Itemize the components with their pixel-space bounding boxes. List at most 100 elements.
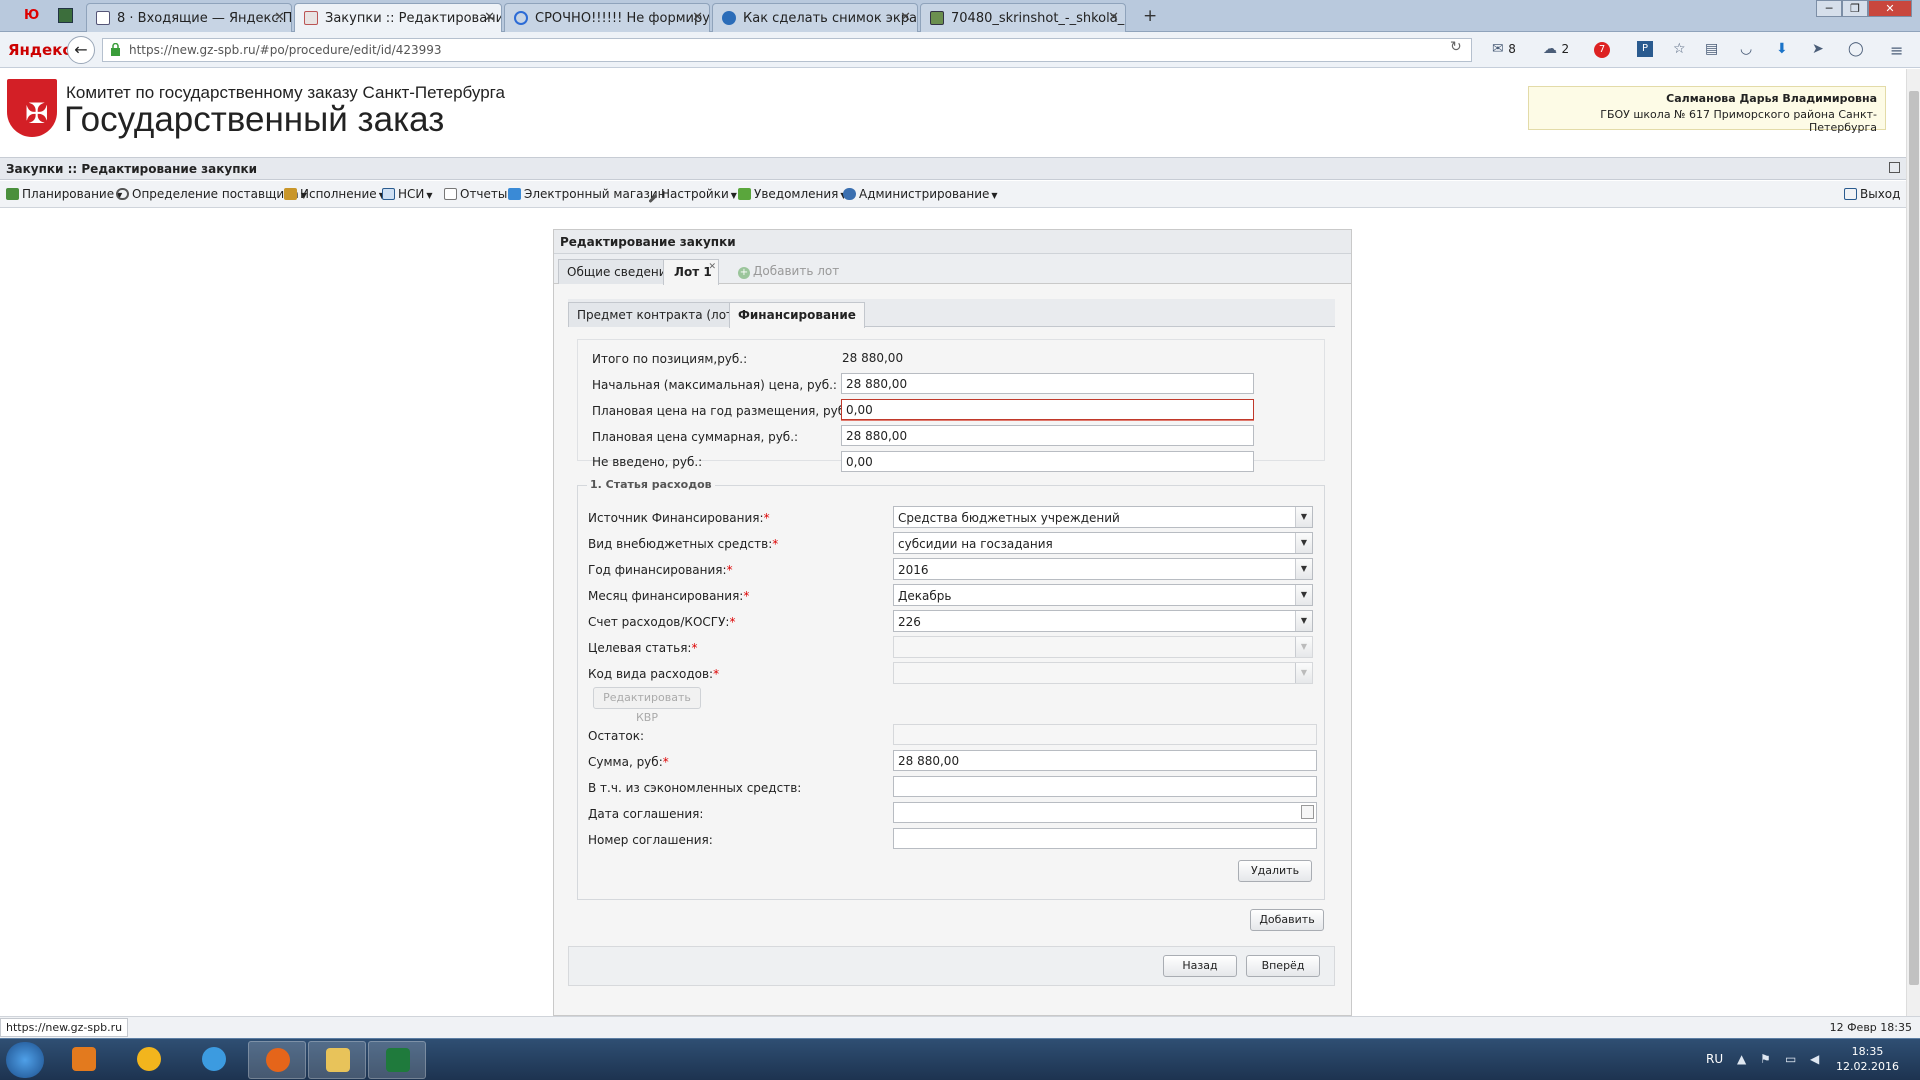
agreement-no-input[interactable] [893,828,1317,849]
page-scrollbar[interactable] [1906,69,1920,1016]
reload-icon[interactable]: ↻ [1450,39,1462,55]
taskbar-mail-agent[interactable] [120,1041,178,1079]
year-select[interactable]: 2016 ▼ [893,558,1313,580]
menu-supplier[interactable]: Определение поставщика ▼ [116,187,307,201]
source-select[interactable]: Средства бюджетных учреждений ▼ [893,506,1313,528]
collapse-icon[interactable] [1889,162,1900,173]
download-icon[interactable]: ⬇ [1776,41,1788,57]
taskbar-ie[interactable] [185,1041,243,1079]
back-step-button[interactable]: Назад [1163,955,1237,977]
tray-clock[interactable]: 18:35 12.02.2016 [1836,1044,1899,1074]
close-tab-icon[interactable]: ✕ [1108,10,1119,25]
back-button[interactable]: ← [67,36,95,64]
tab-contract-subject[interactable]: Предмет контракта (лота) [568,302,755,327]
tab-procurement[interactable]: Закупки :: Редактировани... ✕ [294,3,502,33]
main-menu: Планирование ▼ Определение поставщика ▼ Ис… [0,181,1906,208]
tab-urgent[interactable]: СРОЧНО!!!!!! Не формиру... ✕ [504,3,710,32]
close-tab-icon[interactable]: ✕ [692,10,703,25]
yandex-logo-icon[interactable]: Ю [24,8,39,23]
chevron-down-icon[interactable]: ▼ [1295,663,1312,683]
plan-year-input[interactable]: 0,00 [841,399,1254,420]
menu-eshop[interactable]: Электронный магазин [508,187,666,201]
calendar-icon[interactable] [1301,805,1314,819]
browser-brand[interactable]: Яндекс [8,41,71,59]
close-tab-icon[interactable]: ✕ [900,10,911,25]
plan-total-input[interactable]: 28 880,00 [841,425,1254,446]
account-select[interactable]: 226 ▼ [893,610,1313,632]
taskbar-media-player[interactable] [55,1041,113,1079]
month-select[interactable]: Декабрь ▼ [893,584,1313,606]
action-center-icon[interactable]: ⚑ [1760,1052,1771,1066]
chevron-down-icon[interactable]: ▼ [1295,637,1312,657]
agreement-no-label: Номер соглашения: [588,833,713,847]
summary-block: Итого по позициям,руб.: 28 880,00 Началь… [577,339,1325,472]
agreement-date-input[interactable] [893,802,1317,823]
tab-label: Как сделать снимок экра... [743,11,918,26]
volume-icon[interactable]: ◀ [1810,1052,1819,1066]
user-info-box: Салманова Дарья Владимировна ГБОУ школа … [1528,86,1886,134]
tab-financing[interactable]: Финансирование [729,302,865,328]
taskbar-explorer[interactable] [308,1041,366,1079]
extension-p-icon[interactable]: P [1637,41,1653,57]
taskbar-firefox[interactable] [248,1041,306,1079]
minimize-icon[interactable]: ─ [1816,0,1842,17]
close-window-icon[interactable]: ✕ [1868,0,1912,17]
menu-icon[interactable]: ≡ [1890,41,1903,60]
tab-mail[interactable]: 8 · Входящие — Яндекс.П... ✕ [86,3,292,32]
maximize-icon[interactable]: ❐ [1842,0,1868,17]
target-select[interactable]: ▼ [893,636,1313,658]
chevron-down-icon[interactable]: ▼ [1295,611,1312,631]
tab-lot-1[interactable]: Лот 1 ✕ [663,259,719,285]
url-text: https://new.gz-spb.ru/#po/procedure/edit… [129,43,442,57]
sum-input[interactable]: 28 880,00 [893,750,1317,771]
close-tab-icon[interactable]: ✕ [274,10,285,25]
chevron-down-icon[interactable]: ▼ [1295,533,1312,553]
address-bar[interactable]: https://new.gz-spb.ru/#po/procedure/edit… [102,38,1472,62]
network-icon[interactable]: ▭ [1785,1052,1796,1066]
taskbar-excel[interactable] [368,1041,426,1079]
reading-list-icon[interactable]: ▤ [1705,41,1718,57]
add-lot-button[interactable]: + Добавить лот [730,259,847,284]
cloud-icon[interactable]: ☁ 2 [1543,41,1569,57]
savings-input[interactable] [893,776,1317,797]
chevron-down-icon[interactable]: ▼ [1295,507,1312,527]
initial-price-input[interactable]: 28 880,00 [841,373,1254,394]
mail-count: 8 [1508,42,1516,56]
offbudget-select[interactable]: субсидии на госзадания ▼ [893,532,1313,554]
spb-crest-icon[interactable]: ✠ [7,79,57,137]
menu-notifications[interactable]: Уведомления▼ [738,187,847,201]
menu-admin[interactable]: Администрирование ▼ [843,187,998,201]
close-lot-icon[interactable]: ✕ [708,262,716,272]
tray-expand-icon[interactable]: ▲ [1737,1052,1746,1066]
send-icon[interactable]: ➤ [1812,41,1824,57]
tab-screenshot-howto[interactable]: Как сделать снимок экра... ✕ [712,3,918,32]
not-entered-input[interactable]: 0,00 [841,451,1254,472]
pinned-tab-icon[interactable] [58,8,73,23]
pocket-icon[interactable]: ◡ [1740,41,1752,57]
menu-nsi[interactable]: НСИ ▼ [382,187,433,201]
tab-image[interactable]: 70480_skrinshot_-_shkola_6... ✕ [920,3,1126,32]
add-button[interactable]: Добавить [1250,909,1324,931]
delete-button[interactable]: Удалить [1238,860,1312,882]
logout-button[interactable]: Выход [1844,187,1900,201]
scroll-thumb[interactable] [1909,91,1919,985]
menu-execution[interactable]: Исполнение▼ [284,187,385,201]
chevron-down-icon[interactable]: ▼ [1295,585,1312,605]
chevron-down-icon[interactable]: ▼ [1295,559,1312,579]
menu-reports[interactable]: Отчеты [444,187,507,201]
kvr-select[interactable]: ▼ [893,662,1313,684]
new-tab-button[interactable]: + [1143,6,1157,26]
start-button[interactable] [6,1042,44,1078]
notification-badge-icon[interactable]: 7 [1594,42,1610,58]
bookmark-star-icon[interactable]: ☆ [1673,41,1686,57]
remainder-input[interactable] [893,724,1317,745]
forward-step-button[interactable]: Вперёд [1246,955,1320,977]
language-indicator[interactable]: RU [1706,1052,1723,1066]
chat-icon[interactable]: ◯ [1848,41,1864,57]
menu-planning[interactable]: Планирование ▼ [6,187,122,201]
close-tab-icon[interactable]: ✕ [484,10,495,25]
edit-kvr-button[interactable]: Редактировать КВР [593,687,701,724]
menu-settings[interactable]: Настройки ▼ [648,187,737,204]
kvr-label: Код вида расходов:* [588,667,720,681]
mail-icon[interactable]: ✉ 8 [1492,41,1516,57]
